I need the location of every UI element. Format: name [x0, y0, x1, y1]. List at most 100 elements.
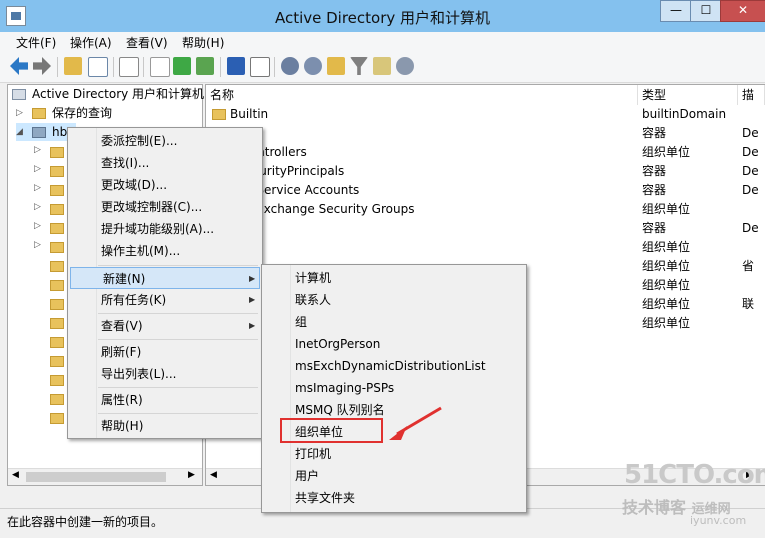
submenu-contact[interactable]: 联系人: [263, 289, 331, 311]
menu-separator: [98, 313, 258, 314]
menu-properties[interactable]: 属性(R): [69, 389, 143, 411]
console-icon[interactable]: [250, 57, 270, 77]
menu-new[interactable]: 新建(N) ▶: [70, 267, 260, 289]
menu-all-tasks[interactable]: 所有任务(K) ▶: [69, 289, 261, 311]
folder-icon[interactable]: [50, 204, 64, 215]
table-row[interactable]: ged Service Accounts 容器 De: [206, 181, 765, 200]
submenu-arrow-icon: ▶: [249, 295, 256, 304]
menu-change-domain[interactable]: 更改域(D)...: [69, 174, 167, 196]
menu-help[interactable]: 帮助(H): [69, 415, 143, 437]
cell-name: Builtin: [230, 107, 269, 121]
highlight-box: [280, 418, 383, 443]
menu-refresh[interactable]: 刷新(F): [69, 341, 141, 363]
menu-raise-level[interactable]: 提升域功能级别(A)...: [69, 218, 214, 240]
column-header-desc[interactable]: 描: [738, 85, 765, 105]
submenu-msimaging-psps[interactable]: msImaging-PSPs: [263, 377, 394, 399]
folder-icon[interactable]: [50, 318, 64, 329]
folder-icon[interactable]: [50, 280, 64, 291]
up-folder-icon[interactable]: [64, 57, 82, 75]
show-tree-icon[interactable]: [88, 57, 108, 77]
expand-arrow-icon[interactable]: ▷: [34, 164, 41, 174]
menu-file[interactable]: 文件(F): [16, 34, 56, 51]
table-row[interactable]: n Controllers 组织单位 De: [206, 143, 765, 162]
table-row[interactable]: Builtin builtinDomain: [206, 105, 765, 124]
expand-arrow-icon[interactable]: ▷: [34, 145, 41, 155]
expand-arrow-icon[interactable]: ▷: [34, 183, 41, 193]
menu-action[interactable]: 操作(A): [70, 34, 112, 51]
folder-icon[interactable]: [50, 375, 64, 386]
properties-icon[interactable]: [150, 57, 170, 77]
collapse-arrow-icon[interactable]: ◢: [16, 123, 23, 141]
menu-view[interactable]: 查看(V): [126, 34, 168, 51]
clipboard-icon[interactable]: [119, 57, 139, 77]
expand-arrow-icon[interactable]: ▷: [16, 104, 23, 122]
scroll-left-icon[interactable]: ◀: [210, 470, 217, 480]
new-group-icon[interactable]: [304, 57, 322, 75]
tree-horizontal-scrollbar[interactable]: ◀ ▶: [8, 468, 202, 485]
submenu-user[interactable]: 用户: [263, 465, 319, 487]
help-icon[interactable]: [227, 57, 245, 75]
submenu-printer[interactable]: 打印机: [263, 443, 331, 465]
maximize-button[interactable]: ☐: [690, 0, 722, 22]
toolbar-separator: [113, 57, 114, 77]
menu-operations-masters[interactable]: 操作主机(M)...: [69, 240, 180, 262]
table-row[interactable]: uters容器De: [206, 124, 765, 143]
cell-type: 组织单位: [642, 145, 691, 159]
folder-icon[interactable]: [50, 356, 64, 367]
folder-icon[interactable]: [50, 147, 64, 158]
folder-icon[interactable]: [50, 394, 64, 405]
scroll-thumb[interactable]: [26, 472, 166, 482]
close-button[interactable]: ✕: [720, 0, 765, 22]
export-icon[interactable]: [196, 57, 214, 75]
expand-arrow-icon[interactable]: ▷: [34, 240, 41, 250]
minimize-button[interactable]: —: [660, 0, 692, 22]
scroll-right-icon[interactable]: ▶: [188, 470, 195, 480]
cell-desc: De: [742, 145, 759, 159]
back-icon[interactable]: [10, 57, 28, 75]
folder-icon[interactable]: [50, 337, 64, 348]
folder-icon[interactable]: [50, 299, 64, 310]
annotation-arrow-icon: [389, 406, 442, 440]
filter-icon[interactable]: [350, 57, 368, 75]
forward-icon[interactable]: [33, 57, 51, 75]
folder-icon[interactable]: [50, 261, 64, 272]
folder-icon[interactable]: [50, 185, 64, 196]
submenu-msexch-ddl[interactable]: msExchDynamicDistributionList: [263, 355, 486, 377]
menu-help[interactable]: 帮助(H): [182, 34, 224, 51]
new-user-icon[interactable]: [281, 57, 299, 75]
table-row[interactable]: nSecurityPrincipals 容器 De: [206, 162, 765, 181]
menu-export-list[interactable]: 导出列表(L)...: [69, 363, 177, 385]
find-icon[interactable]: [373, 57, 391, 75]
cell-type: 组织单位: [642, 202, 691, 216]
scroll-left-icon[interactable]: ◀: [12, 470, 19, 480]
toolbar-separator: [220, 57, 221, 77]
column-header-type[interactable]: 类型: [638, 85, 738, 105]
menu-delegate-control[interactable]: 委派控制(E)...: [69, 130, 177, 152]
add-to-group-icon[interactable]: [396, 57, 414, 75]
table-row[interactable]: soft Exchange Security Groups 组织单位: [206, 200, 765, 219]
table-row[interactable]: 容器 De: [206, 219, 765, 238]
submenu-computer[interactable]: 计算机: [263, 267, 331, 289]
domain-icon: [32, 127, 46, 138]
cell-desc: 联: [742, 297, 755, 311]
expand-arrow-icon[interactable]: ▷: [34, 202, 41, 212]
context-menu: 委派控制(E)... 查找(I)... 更改域(D)... 更改域控制器(C).…: [67, 127, 263, 439]
menu-find[interactable]: 查找(I)...: [69, 152, 149, 174]
cell-type: 容器: [642, 183, 667, 197]
submenu-shared-folder[interactable]: 共享文件夹: [263, 487, 355, 509]
menu-change-dc[interactable]: 更改域控制器(C)...: [69, 196, 202, 218]
table-row[interactable]: 目部组织单位: [206, 238, 765, 257]
menu-view-sub[interactable]: 查看(V) ▶: [69, 315, 261, 337]
folder-icon[interactable]: [50, 223, 64, 234]
menu-bar: 文件(F) 操作(A) 查看(V) 帮助(H): [0, 32, 765, 52]
refresh-icon[interactable]: [173, 57, 191, 75]
column-header-name[interactable]: 名称: [206, 85, 638, 105]
folder-icon[interactable]: [50, 242, 64, 253]
submenu-group[interactable]: 组: [263, 311, 307, 333]
expand-arrow-icon[interactable]: ▷: [34, 221, 41, 231]
folder-icon[interactable]: [50, 166, 64, 177]
new-ou-icon[interactable]: [327, 57, 345, 75]
submenu-inetorgperson[interactable]: InetOrgPerson: [263, 333, 380, 355]
folder-icon[interactable]: [50, 413, 64, 424]
cell-desc: De: [742, 126, 759, 140]
